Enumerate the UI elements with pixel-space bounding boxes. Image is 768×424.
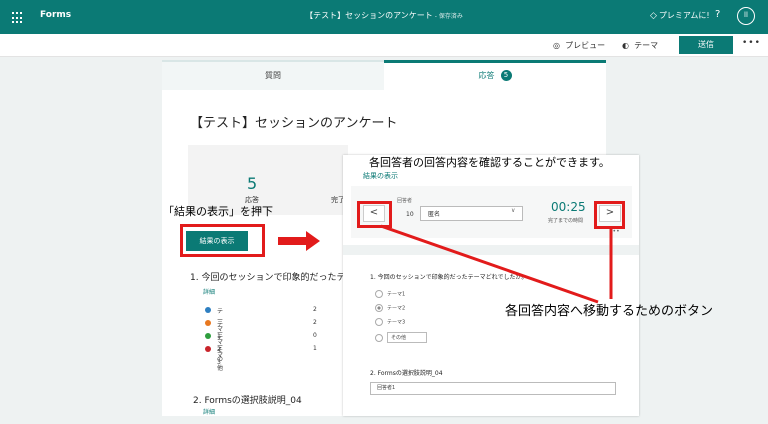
nav-buttons-caption: 各回答内容へ移動するためのボタン: [505, 304, 714, 319]
callout-lines: [380, 224, 613, 304]
